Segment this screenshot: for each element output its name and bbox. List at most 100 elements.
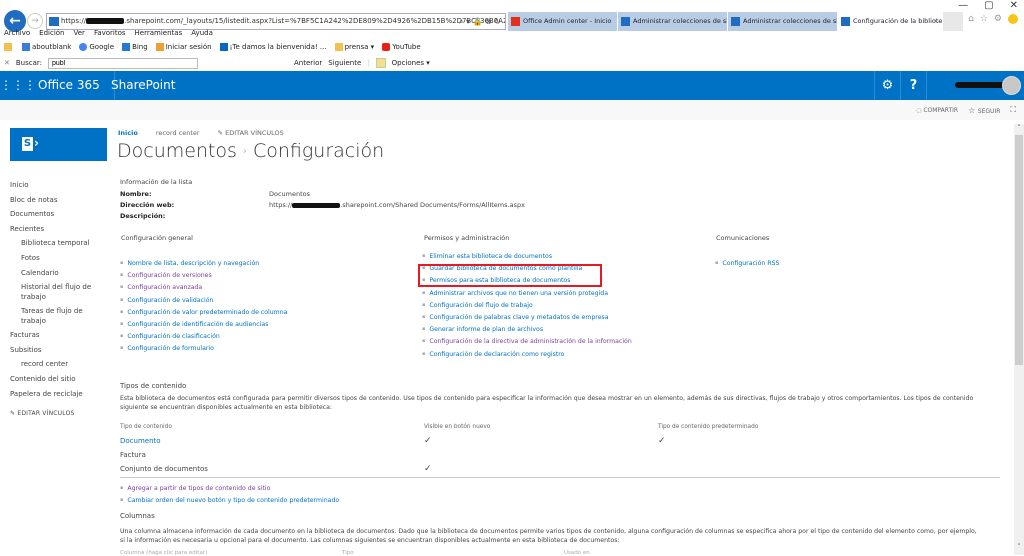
site-logo[interactable]: S › bbox=[10, 128, 107, 161]
settings-gear-icon[interactable]: ⚙ bbox=[874, 71, 900, 100]
nav-fotos[interactable]: Fotos bbox=[10, 251, 105, 266]
link-info-mgmt-policy[interactable]: Configuración de la directiva de adminis… bbox=[422, 335, 631, 347]
address-bar-icons[interactable]: ⌕ ▾ 🔒 ⊗ ↻ bbox=[459, 14, 501, 29]
nav-inicio[interactable]: Inicio bbox=[10, 178, 105, 193]
add-favorites-star-icon[interactable] bbox=[4, 43, 12, 51]
nav-bloc-de-notas[interactable]: Bloc de notas bbox=[10, 193, 105, 208]
nav-tareas-flujo[interactable]: Tareas de flujo de trabajo bbox=[10, 304, 95, 328]
nav-edit-links[interactable]: ✎ EDITAR VÍNCULOS bbox=[10, 407, 105, 422]
maximize-button[interactable]: ▢ bbox=[984, 0, 993, 11]
sharepoint-link[interactable]: SharePoint bbox=[111, 71, 175, 100]
sharepoint-logo-icon: S bbox=[22, 137, 33, 151]
tab-office-admin[interactable]: Office Admin center - Inicio bbox=[508, 12, 618, 31]
link-rating[interactable]: Configuración de clasificación bbox=[120, 330, 287, 342]
user-menu[interactable] bbox=[926, 71, 1024, 100]
fav-label: prensa ▾ bbox=[344, 43, 375, 51]
tab-library-settings[interactable]: Configuración de la bibliote... × bbox=[838, 12, 943, 31]
link-validation[interactable]: Configuración de validación bbox=[120, 294, 287, 306]
folder-icon bbox=[334, 43, 343, 51]
check-icon: ✓ bbox=[658, 436, 666, 446]
link-advanced[interactable]: Configuración avanzada bbox=[120, 281, 287, 293]
scrollbar-thumb[interactable] bbox=[1015, 135, 1023, 365]
close-window-button[interactable]: ✕ bbox=[1010, 0, 1018, 11]
find-next-button[interactable]: Siguiente bbox=[328, 59, 361, 67]
menu-edicion[interactable]: Edición bbox=[39, 29, 64, 37]
close-tab-icon[interactable]: × bbox=[934, 12, 939, 31]
link-versioning[interactable]: Configuración de versiones bbox=[120, 269, 287, 281]
link-delete-library[interactable]: Eliminar esta biblioteca de documentos bbox=[422, 250, 632, 262]
link-list-name-description[interactable]: Nombre de lista, descripción y navegació… bbox=[120, 257, 287, 269]
nav-recientes[interactable]: Recientes bbox=[10, 222, 105, 237]
office365-link[interactable]: Office 365 bbox=[38, 71, 115, 100]
scroll-up-arrow-icon[interactable]: ˄ bbox=[1014, 124, 1024, 134]
link-manage-unchecked-files[interactable]: Administrar archivos que no tienen una v… bbox=[422, 287, 632, 299]
link-rss-settings[interactable]: Configuración RSS bbox=[715, 257, 779, 269]
nav-documentos[interactable]: Documentos bbox=[10, 207, 105, 222]
sharepoint-favicon-icon bbox=[49, 17, 59, 26]
find-label: Buscar: bbox=[15, 59, 43, 67]
fav-label: Bing bbox=[132, 43, 148, 51]
link-record-declaration[interactable]: Configuración de declaración como regist… bbox=[422, 348, 632, 360]
follow-button[interactable]: ☆ SEGUIR bbox=[968, 106, 1000, 115]
fav-youtube[interactable]: YouTube bbox=[382, 43, 421, 51]
content-type-documento-link[interactable]: Documento bbox=[120, 434, 161, 448]
scroll-down-arrow-icon[interactable]: ˅ bbox=[1014, 543, 1024, 553]
nav-papelera[interactable]: Papelera de reciclaje bbox=[10, 387, 105, 402]
app-launcher-icon[interactable]: ⋮⋮⋮ bbox=[0, 71, 36, 100]
menu-herramientas[interactable]: Herramientas bbox=[135, 29, 183, 37]
new-tab-button[interactable] bbox=[943, 12, 963, 31]
link-workflow-settings[interactable]: Configuración del flujo de trabajo bbox=[422, 299, 632, 311]
forward-button[interactable]: → bbox=[27, 13, 43, 29]
find-input[interactable] bbox=[48, 57, 199, 69]
content-types-description: Esta biblioteca de documentos está confi… bbox=[120, 395, 974, 411]
menu-ayuda[interactable]: Ayuda bbox=[191, 29, 213, 37]
favorites-star-icon[interactable]: ☆ bbox=[980, 14, 988, 24]
link-column-default[interactable]: Configuración de valor predeterminado de… bbox=[120, 306, 287, 318]
topnav-edit-links[interactable]: ✎ EDITAR VÍNCULOS bbox=[218, 129, 284, 137]
nav-record-center[interactable]: record center bbox=[10, 357, 105, 372]
link-audience-targeting[interactable]: Configuración de identificación de audie… bbox=[120, 318, 287, 330]
link-keywords-metadata[interactable]: Configuración de palabras clave y metada… bbox=[422, 311, 632, 323]
linkedin-icon bbox=[219, 43, 228, 51]
fav-linkedin[interactable]: ¡Te damos la bienvenida! ... bbox=[219, 43, 327, 51]
nav-historial-flujo[interactable]: Historial del flujo de trabajo bbox=[10, 280, 105, 304]
home-icon[interactable]: ⌂ bbox=[968, 14, 974, 24]
page-scrollbar[interactable]: ˄ ˅ bbox=[1014, 124, 1024, 555]
window-controls: — ▢ ✕ bbox=[958, 0, 1018, 11]
minimize-button[interactable]: — bbox=[958, 0, 968, 11]
fav-aboutblank[interactable]: aboutblank bbox=[22, 43, 71, 51]
nav-contenido-del-sitio[interactable]: Contenido del sitio bbox=[10, 372, 105, 387]
feedback-smiley-icon[interactable] bbox=[1008, 14, 1018, 24]
tab-admin-collections-1[interactable]: Administrar colecciones de siti... bbox=[618, 12, 728, 31]
fav-prensa-folder[interactable]: prensa ▾ bbox=[334, 43, 375, 51]
bing-icon bbox=[122, 43, 131, 51]
link-file-plan-report[interactable]: Generar informe de plan de archivos bbox=[422, 323, 632, 335]
close-find-icon[interactable]: ✕ bbox=[4, 59, 10, 67]
find-options-button[interactable]: Opciones ▾ bbox=[392, 59, 430, 67]
menu-ver[interactable]: Ver bbox=[74, 29, 85, 37]
fav-google[interactable]: Google bbox=[79, 43, 114, 51]
focus-content-icon[interactable]: ⛶ bbox=[1010, 105, 1016, 115]
link-change-new-button-order[interactable]: Cambiar orden del nuevo botón y tipo de … bbox=[120, 494, 339, 506]
link-add-site-content-types[interactable]: Agregar a partir de tipos de contenido d… bbox=[120, 482, 339, 494]
find-previous-button[interactable]: Anterior bbox=[294, 59, 322, 67]
nav-biblioteca-temporal[interactable]: Biblioteca temporal bbox=[10, 236, 105, 251]
topnav-record-center[interactable]: record center bbox=[156, 129, 200, 137]
tab-admin-collections-2[interactable]: Administrar colecciones de siti... bbox=[728, 12, 838, 31]
nav-calendario[interactable]: Calendario bbox=[10, 266, 105, 281]
menu-favoritos[interactable]: Favoritos bbox=[94, 29, 126, 37]
title-library-link[interactable]: Documentos bbox=[117, 140, 237, 162]
tools-gear-icon[interactable]: ⚙ bbox=[994, 14, 1002, 24]
address-bar[interactable]: https:// .sharepoint.com/_layouts/15/list… bbox=[46, 13, 506, 30]
edit-links-label: EDITAR VÍNCULOS bbox=[17, 410, 75, 418]
highlight-pen-icon[interactable] bbox=[375, 58, 386, 68]
link-form[interactable]: Configuración de formulario bbox=[120, 342, 287, 354]
fav-bing[interactable]: Bing bbox=[122, 43, 148, 51]
fav-iniciar-sesion[interactable]: Iniciar sesión bbox=[155, 43, 212, 51]
menu-archivo[interactable]: Archivo bbox=[4, 29, 30, 37]
nav-subsitios[interactable]: Subsitios bbox=[10, 343, 105, 358]
topnav-inicio[interactable]: Inicio bbox=[118, 129, 138, 137]
help-icon[interactable]: ? bbox=[900, 71, 926, 100]
nav-facturas[interactable]: Facturas bbox=[10, 328, 105, 343]
share-button[interactable]: ◌ COMPARTIR bbox=[916, 107, 958, 114]
